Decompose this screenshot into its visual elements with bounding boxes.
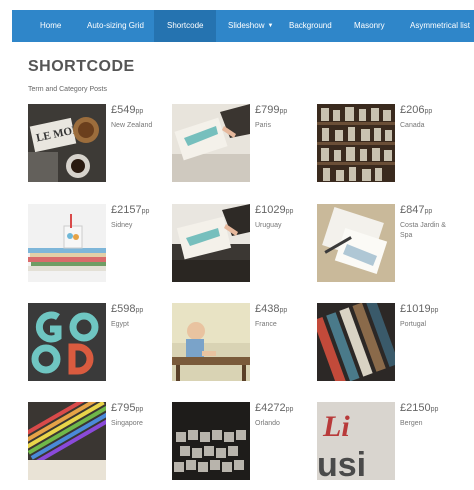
post-card[interactable]: £795pp Singapore bbox=[28, 402, 168, 482]
nav-item-label[interactable]: Auto-sizing Grid bbox=[87, 21, 144, 30]
price: £1029pp bbox=[255, 204, 293, 216]
good-sign-photo-icon[interactable] bbox=[28, 303, 106, 381]
price-unit: pp bbox=[430, 307, 439, 314]
main-navbar: Home Auto-sizing Grid Shortcode Slidesho… bbox=[12, 10, 474, 42]
price-unit: pp bbox=[430, 406, 439, 413]
nav-item-auto-sizing-grid[interactable]: Auto-sizing Grid bbox=[87, 10, 144, 42]
place-name[interactable]: France bbox=[255, 320, 313, 330]
price-value: 438 bbox=[261, 303, 280, 315]
post-card[interactable]: LE MON £549pp New Zealand bbox=[28, 104, 168, 184]
price: £598pp bbox=[111, 303, 143, 315]
price-unit: pp bbox=[141, 208, 150, 215]
shelf-jars-photo-icon[interactable] bbox=[317, 104, 395, 182]
price: £1019pp bbox=[400, 303, 438, 315]
coffee-table-photo-icon[interactable]: LE MON bbox=[28, 104, 106, 182]
price-value: 795 bbox=[117, 402, 136, 414]
price-unit: pp bbox=[279, 307, 288, 314]
place-name[interactable]: Costa Jardin & Spa bbox=[400, 221, 458, 241]
nav-item-background[interactable]: Background bbox=[289, 10, 332, 42]
place-name[interactable]: Paris bbox=[255, 121, 313, 131]
nav-item-label[interactable]: Asymmetrical list bbox=[410, 21, 470, 30]
painting-hand-photo-icon[interactable] bbox=[172, 104, 250, 182]
price: £799pp bbox=[255, 104, 287, 116]
place-name[interactable]: Bergen bbox=[400, 419, 458, 429]
price: £206pp bbox=[400, 104, 432, 116]
nav-item-masonry[interactable]: Masonry bbox=[354, 10, 385, 42]
nav-item-label[interactable]: Slideshow bbox=[228, 21, 264, 30]
price-unit: pp bbox=[424, 108, 433, 115]
print-blocks-photo-icon[interactable] bbox=[317, 303, 395, 381]
nav-item-shortcode[interactable]: Shortcode bbox=[154, 10, 216, 42]
nav-item-label[interactable]: Masonry bbox=[354, 21, 385, 30]
price: £4272pp bbox=[255, 402, 293, 414]
place-name[interactable]: Egypt bbox=[111, 320, 169, 330]
price-value: 206 bbox=[406, 104, 425, 116]
svg-text:Li: Li bbox=[322, 410, 350, 443]
price-value: 799 bbox=[261, 104, 280, 116]
price-unit: pp bbox=[135, 406, 144, 413]
books-mug-photo-icon[interactable] bbox=[28, 204, 106, 282]
nav-item-slideshow[interactable]: Slideshow ▼ bbox=[228, 10, 273, 42]
price-unit: pp bbox=[424, 208, 433, 215]
price-value: 549 bbox=[117, 104, 136, 116]
price-value: 2150 bbox=[406, 402, 431, 414]
price-unit: pp bbox=[285, 208, 294, 215]
price: £2150pp bbox=[400, 402, 438, 414]
post-card[interactable]: £1019pp Portugal bbox=[317, 303, 457, 383]
price-unit: pp bbox=[135, 307, 144, 314]
page-title: SHORTCODE bbox=[28, 58, 135, 75]
price: £2157pp bbox=[111, 204, 149, 216]
price-value: 1029 bbox=[261, 204, 286, 216]
sketchbook-photo-icon[interactable] bbox=[317, 204, 395, 282]
post-card[interactable]: Li usi £2150pp Bergen bbox=[317, 402, 457, 482]
post-card[interactable]: £598pp Egypt bbox=[28, 303, 168, 383]
chevron-down-icon: ▼ bbox=[267, 23, 274, 29]
place-name[interactable]: Portugal bbox=[400, 320, 458, 330]
post-card[interactable]: £1029pp Uruguay bbox=[172, 204, 312, 284]
price-value: 847 bbox=[406, 204, 425, 216]
price-value: 1019 bbox=[406, 303, 431, 315]
place-name[interactable]: Singapore bbox=[111, 419, 169, 429]
place-name[interactable]: Orlando bbox=[255, 419, 313, 429]
nav-item-label[interactable]: Home bbox=[40, 21, 61, 30]
post-card[interactable]: £4272pp Orlando bbox=[172, 402, 312, 482]
place-name[interactable]: Uruguay bbox=[255, 221, 313, 231]
price: £438pp bbox=[255, 303, 287, 315]
colored-pencils-photo-icon[interactable] bbox=[28, 402, 106, 480]
price: £795pp bbox=[111, 402, 143, 414]
price: £549pp bbox=[111, 104, 143, 116]
price-unit: pp bbox=[285, 406, 294, 413]
price-unit: pp bbox=[135, 108, 144, 115]
post-card[interactable]: £2157pp Sidney bbox=[28, 204, 168, 284]
place-name[interactable]: New Zealand bbox=[111, 121, 169, 131]
price-value: 2157 bbox=[117, 204, 142, 216]
section-label: Term and Category Posts bbox=[28, 86, 107, 93]
nav-item-asymmetrical-list[interactable]: Asymmetrical list bbox=[410, 10, 470, 42]
post-card[interactable]: £799pp Paris bbox=[172, 104, 312, 184]
painting-hand-photo-icon[interactable] bbox=[172, 204, 250, 282]
nav-item-home[interactable]: Home bbox=[40, 10, 61, 42]
price: £847pp bbox=[400, 204, 432, 216]
place-name[interactable]: Sidney bbox=[111, 221, 169, 231]
nav-item-label[interactable]: Background bbox=[289, 21, 332, 30]
price-value: 4272 bbox=[261, 402, 286, 414]
post-card[interactable]: £847pp Costa Jardin & Spa bbox=[317, 204, 457, 284]
nav-item-label[interactable]: Shortcode bbox=[167, 21, 203, 30]
svg-text:usi: usi bbox=[317, 446, 366, 480]
post-card[interactable]: £206pp Canada bbox=[317, 104, 457, 184]
type-blocks-photo-icon[interactable] bbox=[172, 402, 250, 480]
child-bench-photo-icon[interactable] bbox=[172, 303, 250, 381]
place-name[interactable]: Canada bbox=[400, 121, 458, 131]
price-value: 598 bbox=[117, 303, 136, 315]
price-unit: pp bbox=[279, 108, 288, 115]
lettering-photo-icon[interactable]: Li usi bbox=[317, 402, 395, 480]
post-card[interactable]: £438pp France bbox=[172, 303, 312, 383]
